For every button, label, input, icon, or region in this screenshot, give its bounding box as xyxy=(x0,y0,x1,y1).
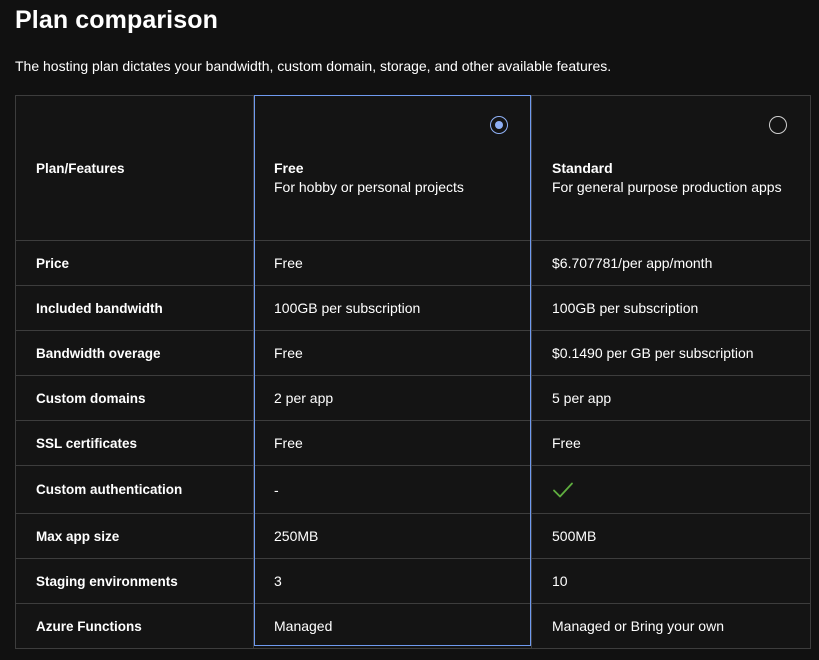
feature-label: SSL certificates xyxy=(15,420,254,466)
feature-label: Azure Functions xyxy=(15,603,254,649)
corner-label: Plan/Features xyxy=(15,95,254,241)
plan-name: Standard xyxy=(552,159,613,176)
table-header-row: Plan/Features Free For hobby or personal… xyxy=(15,95,811,241)
feature-label: Custom authentication xyxy=(15,465,254,514)
plan-option-free[interactable]: Free For hobby or personal projects xyxy=(253,95,532,241)
free-value: Free xyxy=(253,240,532,286)
free-value: - xyxy=(253,465,532,514)
plan-comparison-page: Plan comparison The hosting plan dictate… xyxy=(0,0,819,660)
feature-label: Custom domains xyxy=(15,375,254,421)
table-row: Price Free $6.707781/per app/month xyxy=(15,240,811,286)
standard-value: $6.707781/per app/month xyxy=(531,240,811,286)
page-title: Plan comparison xyxy=(15,6,218,34)
plan-free-radio[interactable] xyxy=(490,116,508,134)
standard-value: 100GB per subscription xyxy=(531,285,811,331)
table-row: Azure Functions Managed Managed or Bring… xyxy=(15,603,811,649)
free-value: 250MB xyxy=(253,513,532,559)
standard-value: 5 per app xyxy=(531,375,811,421)
plan-subtitle: For general purpose production apps xyxy=(552,178,782,195)
feature-label: Staging environments xyxy=(15,558,254,604)
page-description: The hosting plan dictates your bandwidth… xyxy=(15,58,612,74)
free-value: Free xyxy=(253,420,532,466)
table-row: Max app size 250MB 500MB xyxy=(15,513,811,559)
table-row: Custom authentication - xyxy=(15,465,811,514)
free-value: Managed xyxy=(253,603,532,649)
table-row: SSL certificates Free Free xyxy=(15,420,811,466)
table-row: Staging environments 3 10 xyxy=(15,558,811,604)
plan-comparison-table: Plan/Features Free For hobby or personal… xyxy=(15,95,811,649)
table-row: Custom domains 2 per app 5 per app xyxy=(15,375,811,421)
free-value: 2 per app xyxy=(253,375,532,421)
standard-value: Managed or Bring your own xyxy=(531,603,811,649)
standard-value: 500MB xyxy=(531,513,811,559)
feature-label: Bandwidth overage xyxy=(15,330,254,376)
feature-label: Price xyxy=(15,240,254,286)
feature-label: Max app size xyxy=(15,513,254,559)
table-row: Bandwidth overage Free $0.1490 per GB pe… xyxy=(15,330,811,376)
plan-subtitle: For hobby or personal projects xyxy=(274,178,464,195)
plan-standard-radio[interactable] xyxy=(769,116,787,134)
table-row: Included bandwidth 100GB per subscriptio… xyxy=(15,285,811,331)
feature-label: Included bandwidth xyxy=(15,285,254,331)
free-value: Free xyxy=(253,330,532,376)
standard-value xyxy=(531,465,811,514)
free-value: 3 xyxy=(253,558,532,604)
plan-name: Free xyxy=(274,159,304,176)
standard-value: 10 xyxy=(531,558,811,604)
free-value: 100GB per subscription xyxy=(253,285,532,331)
standard-value: Free xyxy=(531,420,811,466)
plan-option-standard[interactable]: Standard For general purpose production … xyxy=(531,95,811,241)
standard-value: $0.1490 per GB per subscription xyxy=(531,330,811,376)
checkmark-icon xyxy=(552,481,810,499)
